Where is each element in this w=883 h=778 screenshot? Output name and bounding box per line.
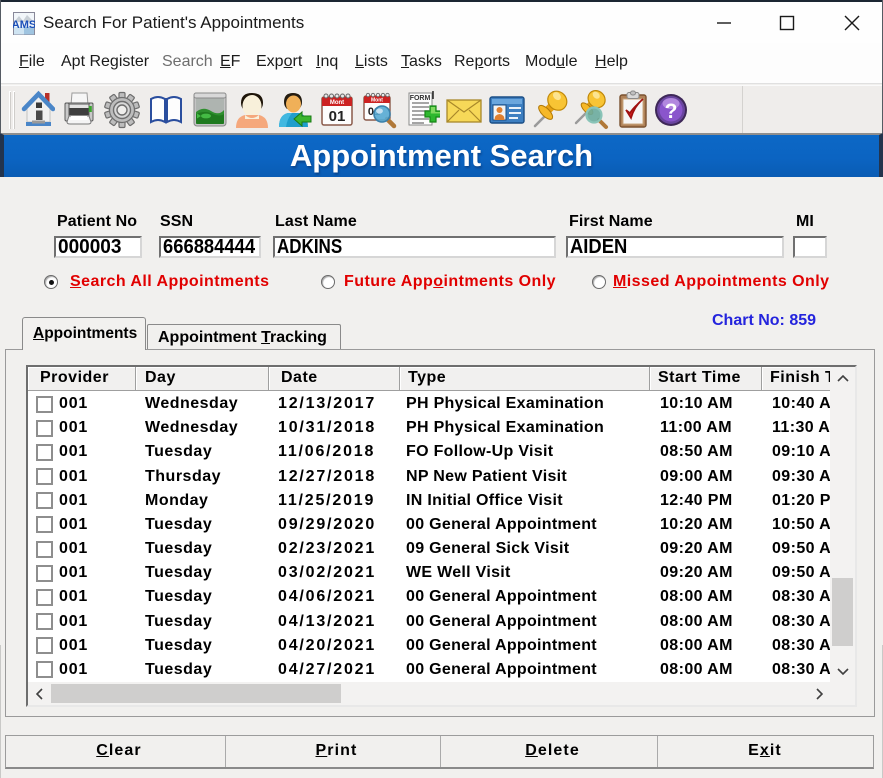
svg-text:FORM: FORM xyxy=(410,95,431,102)
svg-text:AMS: AMS xyxy=(13,19,35,31)
svg-text:?: ? xyxy=(665,100,678,123)
svg-text:01: 01 xyxy=(329,108,346,125)
svg-text:Mont: Mont xyxy=(330,100,344,106)
svg-text:Mont: Mont xyxy=(371,98,383,104)
